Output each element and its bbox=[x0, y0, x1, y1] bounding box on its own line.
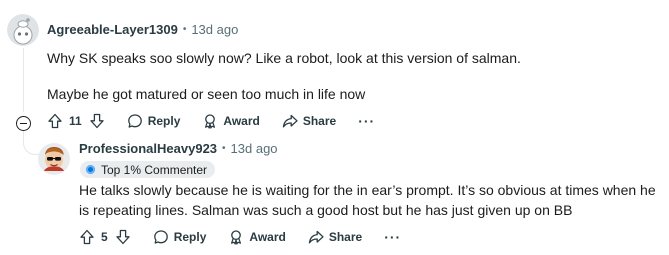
meta-separator: • bbox=[222, 143, 226, 154]
reply-button[interactable]: Reply bbox=[153, 229, 207, 245]
thread-line bbox=[23, 48, 24, 112]
timestamp[interactable]: 13d ago bbox=[231, 141, 278, 156]
comment-action-bar: 5 Reply Award Share ··· bbox=[79, 229, 423, 245]
author-name[interactable]: Agreeable-Layer1309 bbox=[47, 22, 178, 37]
snoo-avatar-icon bbox=[7, 14, 39, 46]
author-name[interactable]: ProfessionalHeavy923 bbox=[79, 141, 217, 156]
avatar[interactable] bbox=[7, 14, 39, 46]
comment-text: Why SK speaks soo slowly now? Like a rob… bbox=[47, 50, 521, 66]
award-label: Award bbox=[249, 230, 286, 244]
award-icon bbox=[231, 230, 242, 245]
award-button[interactable]: Award bbox=[228, 229, 286, 245]
share-button[interactable]: Share bbox=[282, 113, 336, 129]
share-label: Share bbox=[302, 114, 337, 128]
comment-meta: ProfessionalHeavy923 • 13d ago bbox=[79, 141, 278, 156]
reply-label: Reply bbox=[173, 230, 207, 244]
vote-count: 11 bbox=[69, 114, 82, 128]
award-icon bbox=[205, 114, 216, 129]
more-options-button[interactable]: ··· bbox=[384, 229, 401, 245]
share-arrow-icon bbox=[282, 114, 298, 128]
vote-count: 5 bbox=[101, 230, 108, 244]
share-button[interactable]: Share bbox=[308, 229, 362, 245]
meta-separator: • bbox=[182, 24, 187, 35]
arrow-up-icon[interactable] bbox=[47, 113, 63, 129]
sunglasses-avatar-icon bbox=[38, 143, 70, 175]
comment-meta: Agreeable-Layer1309 • 13d ago bbox=[47, 22, 238, 37]
avatar[interactable] bbox=[38, 143, 70, 175]
flair-badge-icon bbox=[86, 165, 95, 174]
vote-control: 5 bbox=[79, 229, 131, 245]
share-arrow-icon bbox=[308, 230, 324, 244]
collapse-thread-button[interactable] bbox=[16, 116, 31, 131]
timestamp[interactable]: 13d ago bbox=[191, 22, 238, 37]
reply-button[interactable]: Reply bbox=[127, 113, 181, 129]
vote-control: 11 bbox=[47, 113, 105, 129]
speech-bubble-icon bbox=[153, 230, 168, 244]
share-label: Share bbox=[328, 230, 363, 244]
comment-text: He talks slowly because he is waiting fo… bbox=[79, 182, 656, 218]
reply-label: Reply bbox=[147, 114, 181, 128]
award-button[interactable]: Award bbox=[202, 113, 260, 129]
reply-connector-line bbox=[23, 131, 41, 155]
flair-label: Top 1% Commenter bbox=[101, 162, 208, 177]
arrow-down-icon[interactable] bbox=[115, 229, 131, 245]
award-label: Award bbox=[223, 114, 260, 128]
arrow-up-icon[interactable] bbox=[79, 229, 95, 245]
speech-bubble-icon bbox=[127, 114, 142, 128]
comment-text: Maybe he got matured or seen too much in… bbox=[47, 86, 366, 102]
collapse-minus-icon bbox=[20, 122, 27, 125]
comment-action-bar: 11 Reply Award Share ··· bbox=[47, 113, 397, 129]
more-options-button[interactable]: ··· bbox=[358, 113, 375, 129]
user-flair-badge: Top 1% Commenter bbox=[80, 161, 216, 178]
arrow-down-icon[interactable] bbox=[89, 113, 105, 129]
